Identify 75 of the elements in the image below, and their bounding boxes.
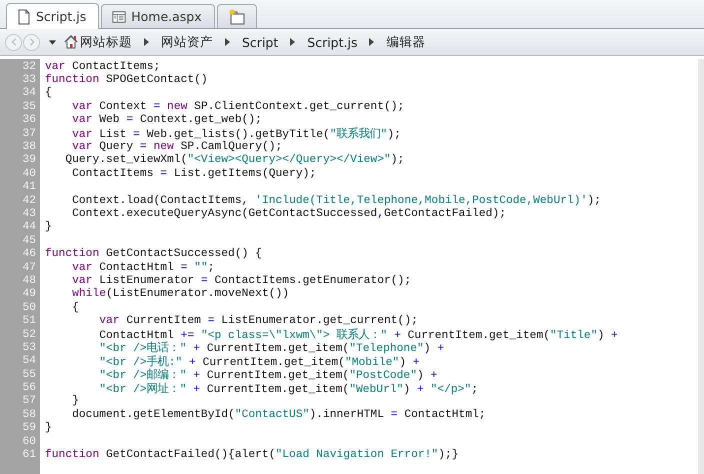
line-number: 41	[21, 181, 37, 194]
code-line: function SPOGetContact()	[45, 74, 208, 86]
code-line: var ContactHtml = "";	[71, 262, 215, 274]
line-number: 59	[21, 422, 37, 434]
code-line: var List = Web.get_lists().getByTitle("联系我们");	[71, 126, 401, 142]
code-line: while(ListEnumerator.moveNext())	[71, 288, 290, 300]
code-line: function GetContactFailed(){alert("Load Navigation Error!");}	[45, 449, 459, 462]
line-number: 47	[21, 262, 37, 274]
code-line: var CurrentItem = ListEnumerator.get_current();	[98, 315, 418, 328]
line-number: 48	[21, 274, 37, 287]
line-number: 46	[21, 248, 37, 260]
line-number: 32	[21, 60, 37, 73]
home-icon[interactable]	[63, 34, 79, 50]
code-line: var Web = Context.get_web();	[71, 114, 262, 126]
line-number: 42	[21, 194, 37, 207]
code-line: ContactHtml += "<p class=\"lxwm\"> 联系人：" + CurrentItem.get_item("Title") +	[98, 327, 618, 342]
line-number: 45	[21, 234, 37, 247]
line-number: 40	[21, 168, 37, 180]
line-number: 36	[21, 114, 37, 126]
line-number: 44	[21, 221, 37, 234]
line-number: 55	[21, 368, 37, 381]
code-line: Context.executeQueryAsync(GetContactSuccessed,GetContactFailed);	[71, 208, 506, 220]
code-line: Context.load(ContactItems, 'Include(Title,Telephone,Mobile,PostCode,WebUrl)');	[71, 194, 601, 207]
code-line: "<br />邮编：" + CurrentItem.get_item("PostCode") +	[98, 368, 438, 382]
chevron-icon[interactable]	[290, 38, 296, 46]
code-line: "<br />网址：" + CurrentItem.get_item("WebUrl") + "</p>";	[98, 382, 478, 396]
code-line: "<br />电话：" + CurrentItem.get_item("Telephone") +	[98, 340, 444, 356]
line-number: 57	[21, 395, 37, 408]
chevron-icon[interactable]	[369, 38, 374, 46]
code-line: "<br />手机:" + CurrentItem.get_item("Mobile") +	[98, 354, 420, 369]
code-line: var Context = new SP.ClientContext.get_current();	[71, 100, 404, 113]
new-tab-button[interactable]	[216, 4, 257, 28]
code-line: var ContactItems;	[45, 60, 160, 73]
line-number: 58	[21, 408, 37, 421]
breadcrumb-item[interactable]: 编辑器	[386, 34, 426, 50]
code-editor[interactable]	[0, 59, 704, 474]
line-number: 53	[21, 342, 37, 354]
code-line: var Query = new SP.CamlQuery();	[71, 141, 282, 154]
code-line: function GetContactSuccessed() {	[45, 248, 262, 260]
code-line: Query.set_viewXml("<View><Query></Query></View>");	[64, 154, 404, 166]
line-number: 39	[21, 154, 37, 166]
line-number: 50	[21, 302, 37, 314]
code-line: {	[45, 87, 52, 100]
caret-icon[interactable]	[49, 40, 56, 44]
code-line: }	[45, 221, 52, 234]
layout-icon	[112, 8, 126, 24]
breadcrumb-item[interactable]: 网站标题	[80, 34, 132, 50]
chevron-icon[interactable]	[225, 38, 230, 46]
line-number: 54	[21, 355, 37, 368]
line-number: 51	[21, 315, 37, 328]
file-icon	[17, 8, 31, 24]
line-number: 33	[21, 74, 37, 86]
line-number: 37	[21, 128, 37, 140]
breadcrumb-item[interactable]: Script	[242, 34, 278, 50]
chevron-icon[interactable]	[144, 38, 149, 46]
line-number: 43	[21, 208, 37, 220]
line-number: 34	[21, 87, 37, 100]
file-tab[interactable]: Script.js	[6, 3, 100, 29]
breadcrumb-item[interactable]: 网站资产	[161, 34, 213, 50]
code-line: {	[71, 302, 79, 314]
file-tab[interactable]: Home.aspx	[101, 4, 215, 28]
code-line: }	[45, 422, 52, 434]
new-tab-icon	[228, 8, 246, 24]
breadcrumb-item[interactable]: Script.js	[307, 34, 358, 50]
code-line: }	[71, 395, 79, 408]
line-number: 52	[21, 328, 37, 340]
code-line: document.getElementById("ContactUS").innerHTML = ContactHtml;	[71, 408, 486, 421]
line-number: 61	[21, 449, 37, 462]
line-number: 35	[21, 100, 37, 113]
line-number: 49	[21, 288, 37, 300]
line-number: 60	[21, 436, 37, 448]
code-line: var ListEnumerator = ContactItems.getEnumerator();	[71, 274, 412, 287]
code-line: ContactItems = List.getItems(Query);	[71, 168, 316, 180]
line-number: 38	[21, 141, 37, 154]
line-number: 56	[21, 382, 37, 394]
